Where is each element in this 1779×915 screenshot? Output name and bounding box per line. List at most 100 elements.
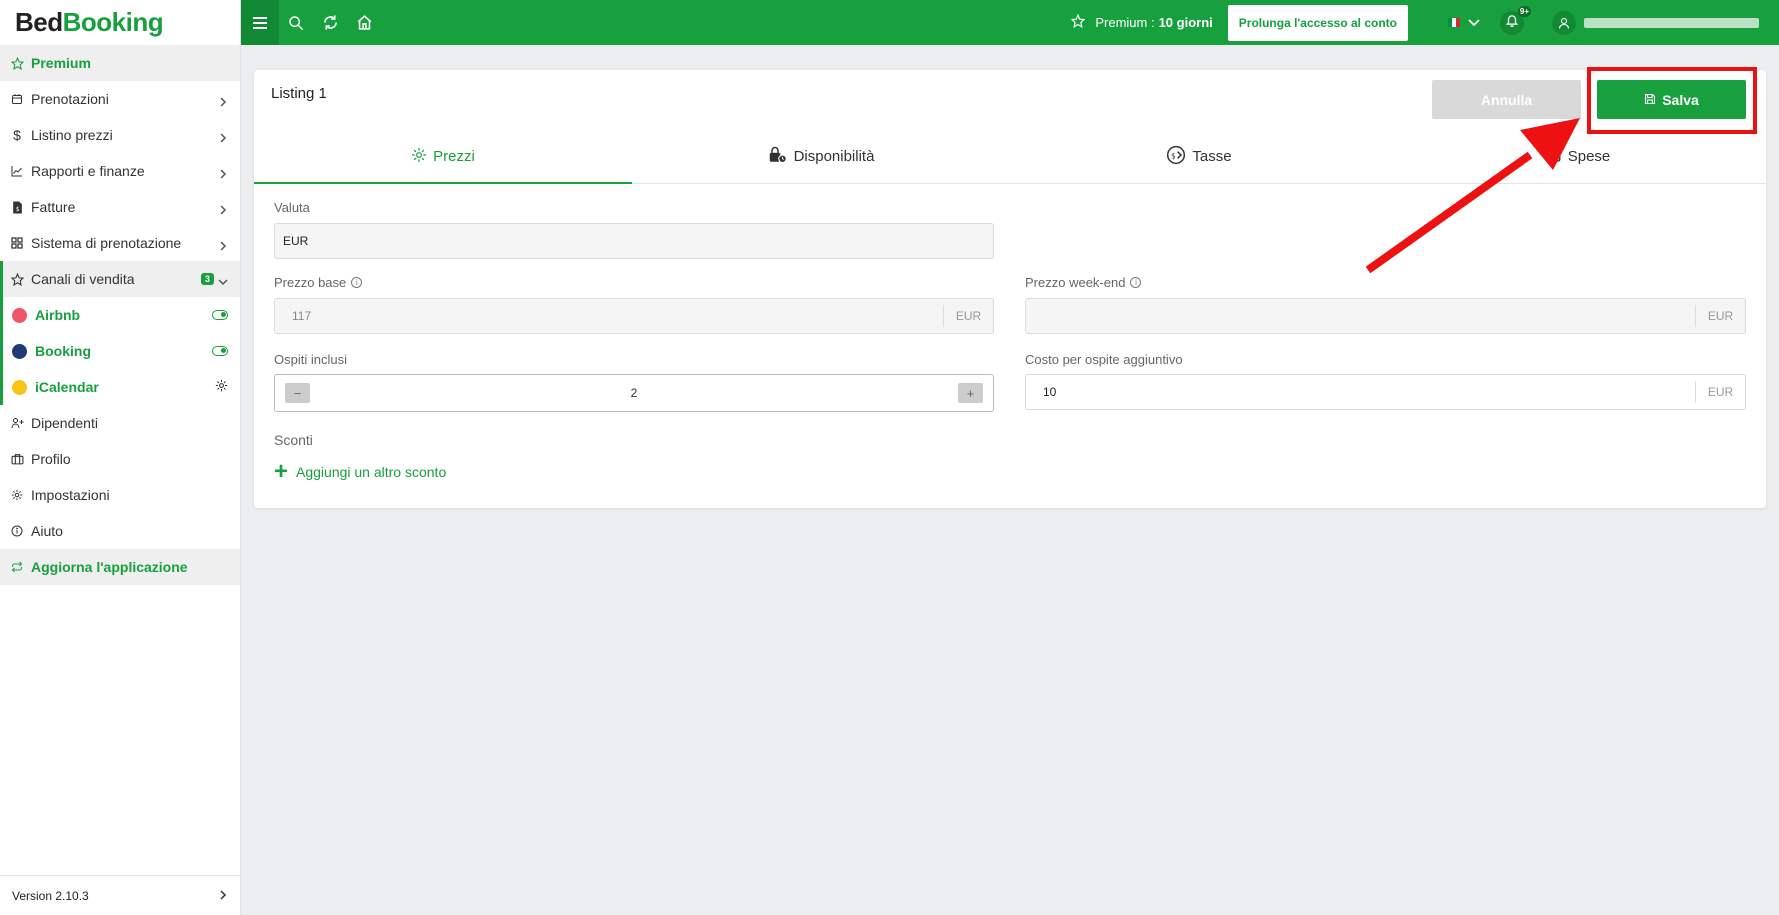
sidebar-item-impostazioni[interactable]: Impostazioni [0, 477, 240, 513]
annotation-highlight-box [1587, 67, 1757, 134]
sidebar-item-label: Fatture [31, 199, 76, 215]
sidebar-nav: Premium Prenotazioni $ Listino prezzi Ra… [0, 45, 240, 585]
user-name-redacted [1584, 17, 1759, 28]
tab-disponibilita[interactable]: Disponibilità [632, 130, 1010, 183]
sidebar-item-label: Aggiorna l'applicazione [31, 559, 188, 575]
chevron-right-icon [218, 130, 228, 143]
chart-icon [10, 164, 24, 178]
sidebar-item-booking[interactable]: Booking [0, 333, 240, 369]
plus-button[interactable]: + [958, 383, 983, 403]
base-price-label: Prezzo base i [274, 275, 363, 290]
bell-icon [1505, 13, 1519, 32]
info-icon[interactable]: i [351, 277, 363, 288]
briefcase-icon [10, 452, 24, 466]
currency-value: EUR [283, 234, 309, 248]
sidebar-item-listino-prezzi[interactable]: $ Listino prezzi [0, 117, 240, 153]
tab-spese[interactable]: Spese [1388, 130, 1766, 183]
chevron-down-icon [1468, 14, 1480, 32]
tab-label: Spese [1567, 148, 1611, 165]
logo-text-booking: Booking [62, 7, 164, 37]
tab-label: Disponibilità [793, 148, 875, 165]
premium-label: Premium : [1095, 15, 1155, 30]
notifications-button[interactable]: 9+ [1500, 5, 1531, 35]
field-label-text: Sconti [274, 432, 313, 448]
user-menu[interactable] [1552, 10, 1759, 35]
weekend-price-label: Prezzo week-end i [1025, 275, 1142, 290]
info-icon[interactable]: i [1130, 277, 1142, 288]
sidebar-item-aggiorna[interactable]: Aggiorna l'applicazione [0, 549, 240, 585]
sidebar-item-profilo[interactable]: Profilo [0, 441, 240, 477]
cancel-button[interactable]: Annulla [1432, 80, 1581, 119]
sidebar-item-label: Impostazioni [31, 487, 110, 503]
sidebar-item-dipendenti[interactable]: Dipendenti [0, 405, 240, 441]
toggle-on-icon[interactable] [212, 346, 228, 356]
sidebar-item-label: Booking [35, 343, 91, 359]
italy-flag-icon [1448, 18, 1460, 27]
calendar-icon [10, 92, 24, 106]
booking-dot-icon [12, 343, 27, 359]
svg-text:$: $ [1171, 151, 1176, 160]
sidebar-item-label: Sistema di prenotazione [31, 235, 182, 251]
sidebar-item-prenotazioni[interactable]: Prenotazioni [0, 81, 240, 117]
sidebar-item-premium[interactable]: Premium [0, 45, 240, 81]
info-icon [10, 524, 24, 538]
star-icon [1071, 13, 1086, 31]
sidebar-item-icalendar[interactable]: iCalendar [0, 369, 240, 405]
currency-label: Valuta [274, 200, 310, 215]
sidebar-item-label: Premium [31, 55, 91, 71]
field-label-text: Prezzo base [274, 275, 347, 290]
sidebar-item-canali[interactable]: Canali di vendita 3 [0, 261, 240, 297]
language-selector[interactable] [1448, 14, 1480, 32]
menu-icon[interactable] [241, 0, 279, 45]
sidebar-item-rapporti[interactable]: Rapporti e finanze [0, 153, 240, 189]
invoice-icon: $ [10, 200, 24, 214]
refresh-icon [10, 560, 24, 574]
weekend-price-field[interactable]: EUR [1025, 298, 1746, 334]
expense-icon [1544, 146, 1562, 168]
add-discount-label: Aggiungi un altro sconto [296, 464, 447, 480]
app-logo[interactable]: Bed Booking [0, 0, 240, 45]
logo-text-bed: Bed [15, 7, 63, 37]
sidebar-item-sistema[interactable]: Sistema di prenotazione [0, 225, 240, 261]
home-icon[interactable] [347, 0, 381, 45]
field-label-text: Costo per ospite aggiuntivo [1025, 352, 1183, 367]
star-icon [10, 272, 24, 286]
base-price-field[interactable]: 117 EUR [274, 298, 994, 334]
version-footer[interactable]: Version 2.10.3 [0, 875, 240, 915]
page-title: Listing 1 [271, 85, 327, 102]
plus-icon: + [274, 458, 289, 485]
sidebar: Bed Booking Premium Prenotazioni $ Listin… [0, 0, 241, 915]
currency-unit: EUR [943, 305, 993, 327]
user-add-icon [10, 416, 24, 430]
discounts-label: Sconti [274, 432, 313, 448]
minus-button[interactable]: − [285, 383, 310, 403]
chevron-right-icon [218, 166, 228, 179]
gear-icon[interactable] [215, 379, 228, 395]
top-bar: Premium : 10 giorni Prolunga l'accesso a… [241, 0, 1779, 45]
tax-icon: $ [1166, 145, 1186, 169]
sidebar-item-label: Dipendenti [31, 415, 98, 431]
sidebar-item-airbnb[interactable]: Airbnb [0, 297, 240, 333]
tab-tasse[interactable]: $ Tasse [1010, 130, 1388, 183]
notification-count: 9+ [1517, 5, 1531, 17]
sidebar-item-aiuto[interactable]: Aiuto [0, 513, 240, 549]
sidebar-item-label: Canali di vendita [31, 271, 135, 287]
tab-prezzi[interactable]: Prezzi [254, 130, 632, 184]
guests-stepper[interactable]: − 2 + [274, 374, 994, 412]
sidebar-item-label: Listino prezzi [31, 127, 113, 143]
sidebar-item-label: Profilo [31, 451, 71, 467]
sync-icon[interactable] [313, 0, 347, 45]
extend-access-button[interactable]: Prolunga l'accesso al conto [1227, 4, 1408, 41]
field-label-text: Valuta [274, 200, 310, 215]
tab-label: Prezzi [433, 148, 475, 165]
currency-unit: EUR [1695, 305, 1745, 327]
search-icon[interactable] [279, 0, 313, 45]
premium-status: Premium : 10 giorni [1071, 13, 1213, 31]
add-discount-button[interactable]: + Aggiungi un altro sconto [274, 460, 446, 484]
sidebar-item-label: Rapporti e finanze [31, 163, 145, 179]
extra-cost-field[interactable]: 10 EUR [1025, 374, 1746, 410]
currency-select[interactable]: EUR [274, 223, 994, 259]
star-icon [10, 56, 24, 70]
sidebar-item-fatture[interactable]: $ Fatture [0, 189, 240, 225]
toggle-on-icon[interactable] [212, 310, 228, 320]
